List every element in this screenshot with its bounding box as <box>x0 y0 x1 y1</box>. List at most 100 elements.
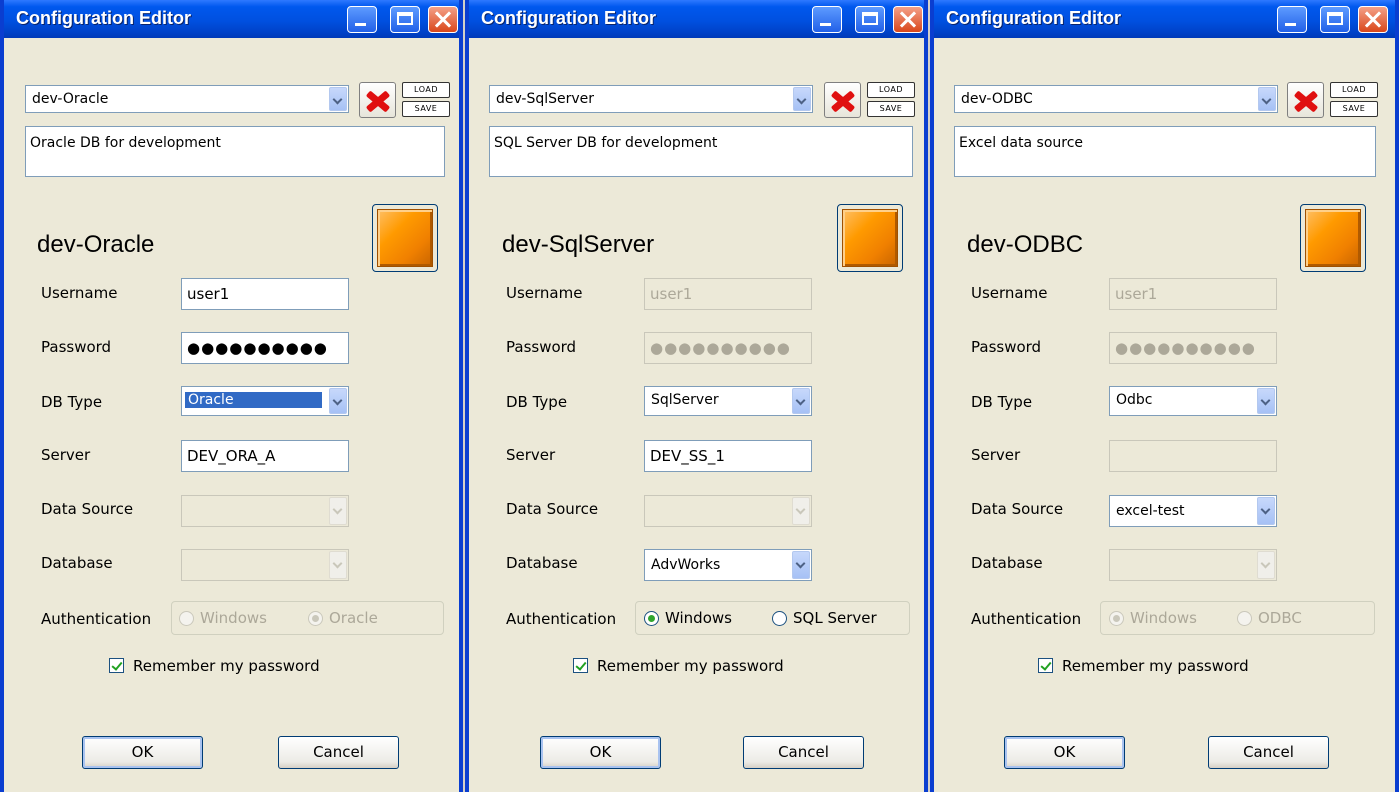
ok-button[interactable]: OK <box>82 736 203 769</box>
save-button[interactable]: SAVE <box>867 101 915 117</box>
database-label: Database <box>506 554 578 572</box>
maximize-icon[interactable] <box>855 6 885 33</box>
server-input[interactable] <box>1109 440 1277 472</box>
username-label: Username <box>41 284 118 302</box>
chevron-down-icon[interactable] <box>792 551 810 579</box>
chevron-down-icon[interactable] <box>1257 497 1275 525</box>
datasource-select[interactable]: excel-test <box>1109 495 1277 527</box>
window-title: Configuration Editor <box>946 8 1121 28</box>
delete-profile-button[interactable] <box>824 82 861 118</box>
delete-profile-button[interactable] <box>359 82 396 118</box>
title-bar[interactable]: Configuration Editor <box>469 0 924 38</box>
username-input[interactable]: user1 <box>644 278 812 310</box>
server-label: Server <box>971 446 1021 464</box>
authentication-group: Windows SQL Server <box>635 601 910 635</box>
database-select-value: AdvWorks <box>651 557 721 573</box>
auth-radio-windows-label: Windows <box>665 609 732 627</box>
dbtype-select[interactable]: Oracle <box>181 386 349 416</box>
title-bar[interactable]: Configuration Editor <box>4 0 459 38</box>
remember-password-checkbox[interactable]: Remember my password <box>573 657 784 675</box>
ok-button[interactable]: OK <box>1004 736 1125 769</box>
auth-radio-windows[interactable]: Windows <box>644 609 732 627</box>
server-label: Server <box>506 446 556 464</box>
authentication-group: Windows Oracle <box>171 601 444 635</box>
server-label: Server <box>41 446 91 464</box>
chevron-down-icon[interactable] <box>792 388 810 414</box>
close-icon[interactable] <box>1358 6 1388 33</box>
minimize-icon[interactable] <box>347 6 377 33</box>
auth-radio-sqlserver[interactable]: SQL Server <box>772 609 877 627</box>
database-select[interactable] <box>1109 549 1277 581</box>
auth-radio-windows[interactable]: Windows <box>1109 609 1197 627</box>
database-label: Database <box>41 554 113 572</box>
datasource-select-value: excel-test <box>1116 503 1185 519</box>
chevron-down-icon <box>1257 551 1275 579</box>
chevron-down-icon[interactable] <box>1257 388 1275 414</box>
datasource-select[interactable] <box>644 495 812 527</box>
cancel-button[interactable]: Cancel <box>743 736 864 769</box>
dbtype-select-value: SqlServer <box>651 392 719 408</box>
chevron-down-icon[interactable] <box>1258 87 1276 111</box>
password-label: Password <box>506 338 577 356</box>
ok-button[interactable]: OK <box>540 736 661 769</box>
description-field[interactable]: SQL Server DB for development <box>489 126 913 177</box>
auth-radio-oracle[interactable]: Oracle <box>308 609 378 627</box>
status-button[interactable] <box>372 204 438 272</box>
dbtype-select[interactable]: SqlServer <box>644 386 812 416</box>
title-bar[interactable]: Configuration Editor <box>934 0 1395 38</box>
auth-radio-windows[interactable]: Windows <box>179 609 267 627</box>
database-select[interactable] <box>181 549 349 581</box>
database-select[interactable]: AdvWorks <box>644 549 812 581</box>
profile-select[interactable]: dev-Oracle <box>25 85 349 113</box>
dbtype-select[interactable]: Odbc <box>1109 386 1277 416</box>
checkmark-icon <box>109 658 124 673</box>
authentication-label: Authentication <box>971 610 1082 628</box>
chevron-down-icon <box>329 497 347 525</box>
chevron-down-icon[interactable] <box>329 87 347 111</box>
description-field[interactable]: Oracle DB for development <box>25 126 445 177</box>
cancel-button[interactable]: Cancel <box>1208 736 1329 769</box>
dbtype-select-value: Oracle <box>184 391 323 409</box>
profile-select-value: dev-ODBC <box>961 91 1033 107</box>
username-input[interactable]: user1 <box>1109 278 1277 310</box>
remember-password-checkbox[interactable]: Remember my password <box>1038 657 1249 675</box>
load-button[interactable]: LOAD <box>867 82 915 98</box>
auth-radio-odbc[interactable]: ODBC <box>1237 609 1302 627</box>
description-field[interactable]: Excel data source <box>954 126 1376 177</box>
password-input[interactable]: ●●●●●●●●●● <box>644 332 812 364</box>
password-label: Password <box>41 338 112 356</box>
dbtype-label: DB Type <box>506 393 568 411</box>
auth-radio-oracle-label: Oracle <box>329 609 378 627</box>
chevron-down-icon[interactable] <box>793 87 811 111</box>
server-input[interactable]: DEV_SS_1 <box>644 440 812 472</box>
save-button[interactable]: SAVE <box>1330 101 1378 117</box>
username-input[interactable]: user1 <box>181 278 349 310</box>
minimize-icon[interactable] <box>812 6 842 33</box>
delete-profile-button[interactable] <box>1287 82 1324 118</box>
status-button[interactable] <box>1300 204 1366 272</box>
maximize-icon[interactable] <box>1320 6 1350 33</box>
close-icon[interactable] <box>428 6 458 33</box>
profile-select[interactable]: dev-ODBC <box>954 85 1278 113</box>
auth-radio-odbc-label: ODBC <box>1258 609 1302 627</box>
remember-password-label: Remember my password <box>133 657 320 675</box>
profile-select[interactable]: dev-SqlServer <box>489 85 813 113</box>
maximize-icon[interactable] <box>390 6 420 33</box>
save-button[interactable]: SAVE <box>402 101 450 117</box>
username-label: Username <box>506 284 583 302</box>
dbtype-label: DB Type <box>971 393 1033 411</box>
window-title: Configuration Editor <box>16 8 191 28</box>
datasource-select[interactable] <box>181 495 349 527</box>
password-input[interactable]: ●●●●●●●●●● <box>1109 332 1277 364</box>
minimize-icon[interactable] <box>1277 6 1307 33</box>
remember-password-checkbox[interactable]: Remember my password <box>109 657 320 675</box>
radio-icon <box>179 611 194 626</box>
server-input[interactable]: DEV_ORA_A <box>181 440 349 472</box>
load-button[interactable]: LOAD <box>1330 82 1378 98</box>
status-button[interactable] <box>837 204 903 272</box>
chevron-down-icon[interactable] <box>329 388 347 414</box>
close-icon[interactable] <box>893 6 923 33</box>
cancel-button[interactable]: Cancel <box>278 736 399 769</box>
load-button[interactable]: LOAD <box>402 82 450 98</box>
password-input[interactable]: ●●●●●●●●●● <box>181 332 349 364</box>
